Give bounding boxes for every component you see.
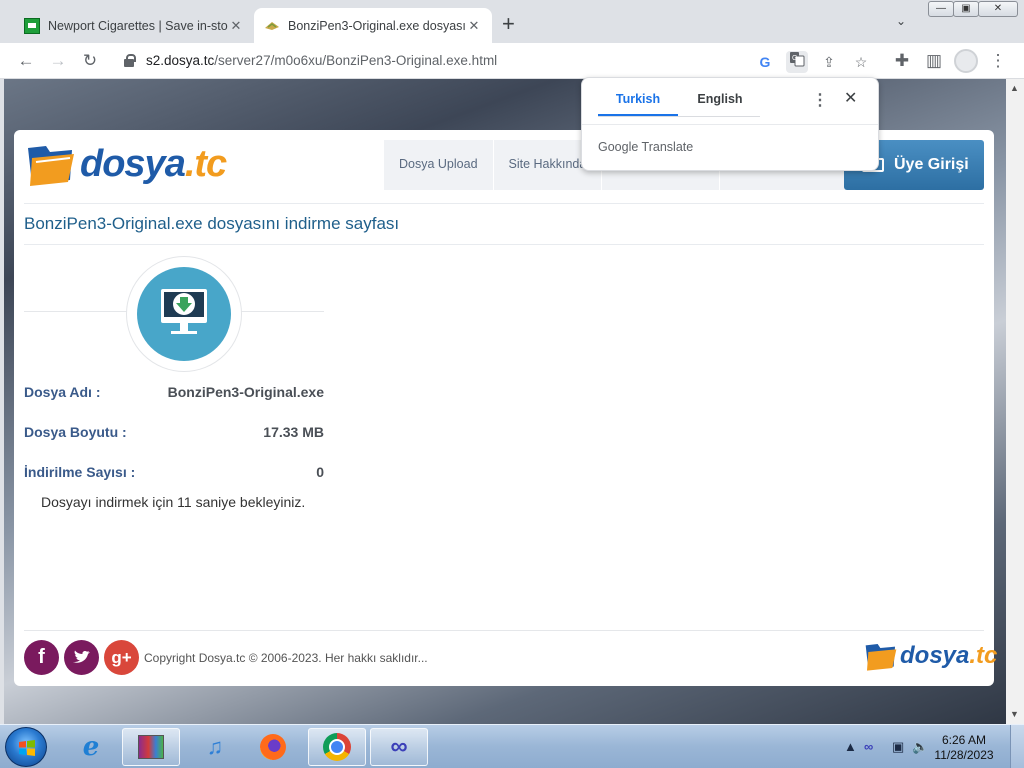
google-lens-icon[interactable]: G [754,51,776,73]
footer-tc: .tc [969,642,998,669]
file-name-label: Dosya Adı : [24,384,101,400]
file-size-value: 17.33 MB [263,424,324,440]
window-close-button[interactable]: ✕ [978,1,1018,17]
download-count-value: 0 [316,464,324,480]
scroll-down-icon[interactable]: ▼ [1010,709,1019,719]
clock-date: 11/28/2023 [934,748,994,762]
profile-avatar[interactable] [954,49,978,73]
tab-bonzipen[interactable]: BonziPen3-Original.exe dosyasını ✕ [254,8,492,43]
menu-kebab-icon[interactable]: ⋮ [986,49,1010,73]
back-icon[interactable]: ← [14,49,38,73]
internet-explorer-icon[interactable]: e [62,728,120,766]
lang-tab-baseline [598,116,760,117]
bookmark-star-icon[interactable]: ☆ [850,51,872,73]
maximize-button[interactable]: ▣ [953,1,979,17]
page-viewport: dosya.tc Dosya Upload Site Hakkında Üye … [4,79,1006,724]
tab-search-chevron-icon[interactable]: ⌄ [896,14,906,28]
tab-english[interactable]: English [680,92,760,116]
download-count-label: İndirilme Sayısı : [24,464,136,480]
tab-title: Newport Cigarettes | Save in-store [48,18,228,33]
page-scrollbar[interactable]: ▲ ▼ [1006,79,1024,724]
url-host: s2.dosya.tc [146,53,215,68]
translate-icon[interactable]: G [786,51,808,73]
side-panel-icon[interactable]: ▥ [922,49,946,73]
site-logo[interactable]: dosya.tc [26,140,227,188]
translate-close-icon[interactable]: ✕ [844,88,857,108]
extensions-puzzle-icon[interactable]: ✚ [890,49,914,73]
show-desktop-button[interactable] [1010,725,1024,768]
download-disc [137,267,231,361]
url-text[interactable]: s2.dosya.tc/server27/m0o6xu/BonziPen3-Or… [146,53,497,68]
clock-time: 6:26 AM [941,733,987,747]
translate-options-icon[interactable]: ⋮ [812,90,828,110]
divider [24,203,984,204]
file-name-value: BonziPen3-Original.exe [167,384,324,400]
footer-dosya: dosya [900,642,970,669]
taskbar: e ♫ ∞ ▲ ∞ ▣ 🔈 6:26 AM 11/28/2023 [0,724,1024,768]
firefox-icon[interactable] [244,728,302,766]
forward-icon[interactable]: → [46,49,70,73]
download-hero [24,256,324,372]
content-card: dosya.tc Dosya Upload Site Hakkında Üye … [14,130,997,686]
logo-wordmark: dosya.tc [80,140,227,188]
tab-title: BonziPen3-Original.exe dosyasını [288,18,466,33]
footer-wordmark: dosya.tc [900,640,997,672]
logo-tc: .tc [184,143,227,185]
dosya-favicon-icon [264,18,280,34]
tray-overflow-icon[interactable]: ▲ [844,739,857,754]
wait-message: Dosyayı indirmek için 11 saniye bekleyin… [41,494,306,510]
nav-dosya-upload[interactable]: Dosya Upload [384,140,494,190]
footer-logo[interactable]: dosya.tc [864,640,997,672]
logo-dosya: dosya [80,143,186,185]
twitter-icon[interactable] [64,640,99,675]
start-button[interactable] [5,727,47,767]
music-player-icon[interactable]: ♫ [186,728,244,766]
windows-flag-icon [19,740,35,756]
login-label: Üye Girişi [894,156,969,173]
url-path: /server27/m0o6xu/BonziPen3-Original.exe.… [214,53,498,68]
divider [24,244,984,245]
minimize-button[interactable]: — [928,1,954,17]
reload-icon[interactable]: ↻ [78,49,102,73]
newport-favicon-icon [24,17,40,34]
file-size-label: Dosya Boyutu : [24,424,127,440]
lock-icon[interactable] [124,54,136,67]
footer-divider [24,630,984,631]
copyright-text: Copyright Dosya.tc © 2006-2023. Her hakk… [144,651,428,665]
lang-tab-indicator [598,114,678,116]
tab-strip: Newport Cigarettes | Save in-store ✕ Bon… [0,0,1024,43]
google-plus-icon[interactable]: g+ [104,640,139,675]
tray-infinity-icon[interactable]: ∞ [864,739,873,754]
tab-newport[interactable]: Newport Cigarettes | Save in-store ✕ [14,8,254,43]
dosya-folder-logo-icon [26,140,76,188]
infinity-app-icon[interactable]: ∞ [370,728,428,766]
download-monitor-icon [161,289,207,334]
share-icon[interactable]: ⇪ [818,51,840,73]
divider [582,124,878,125]
browser-toolbar: ← → ↻ s2.dosya.tc/server27/m0o6xu/BonziP… [0,43,1024,79]
network-icon[interactable]: ▣ [892,739,904,755]
svg-text:G: G [792,55,797,62]
google-translate-brand: Google Translate [598,140,694,154]
clock[interactable]: 6:26 AM 11/28/2023 [924,733,1004,763]
facebook-icon[interactable]: f [24,640,59,675]
system-tray: ▲ ∞ ▣ 🔈 6:26 AM 11/28/2023 [824,725,1024,768]
winrar-icon[interactable] [122,728,180,766]
tab-turkish[interactable]: Turkish [598,92,678,116]
download-badge [126,256,242,372]
translate-popup: Turkish English ⋮ ✕ Google Translate [581,77,879,171]
chrome-icon[interactable] [308,728,366,766]
tab-close-icon[interactable]: ✕ [466,18,482,34]
tab-close-icon[interactable]: ✕ [228,18,244,34]
new-tab-button[interactable]: + [502,12,515,36]
page-title: BonziPen3-Original.exe dosyasını indirme… [24,214,400,233]
dosya-folder-logo-icon [865,644,897,671]
scroll-up-icon[interactable]: ▲ [1010,83,1019,93]
